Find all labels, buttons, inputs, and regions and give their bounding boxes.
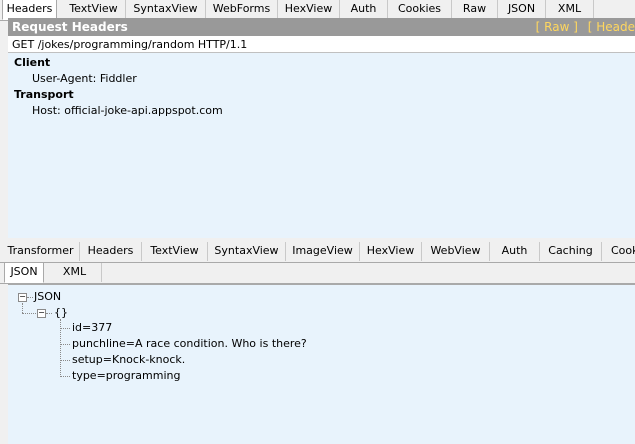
request-headers-title: Request Headers	[12, 20, 128, 34]
tree-item-type[interactable]: type=programming	[72, 369, 180, 382]
tree-connector	[60, 360, 70, 361]
tree-connector	[22, 303, 23, 313]
subtab-json[interactable]: JSON	[4, 262, 44, 283]
tab-response-hexview[interactable]: HexView	[360, 242, 422, 261]
tab-cookies[interactable]: Cookies	[388, 0, 452, 19]
tab-response-textview[interactable]: TextView	[142, 242, 208, 261]
subtab-xml[interactable]: XML	[48, 263, 102, 282]
tab-headers[interactable]: Headers	[2, 0, 57, 20]
tab-transformer[interactable]: Transformer	[2, 242, 80, 261]
tree-connector	[60, 344, 70, 345]
json-tree-view: − JSON − {} id=377 punchline=A race cond…	[8, 284, 635, 444]
collapse-root-icon[interactable]: −	[18, 293, 27, 302]
tab-caching[interactable]: Caching	[540, 242, 602, 261]
banner-links: [ Raw ] [ Heade	[536, 18, 635, 36]
tab-imageview[interactable]: ImageView	[286, 242, 360, 261]
tree-connector	[22, 313, 36, 314]
request-headers-body: Client User-Agent: Fiddler Transport Hos…	[8, 53, 635, 238]
response-tab-strip: Transformer Headers TextView SyntaxView …	[0, 242, 635, 263]
tree-node-object[interactable]: {}	[54, 306, 68, 319]
tree-item-id[interactable]: id=377	[72, 321, 112, 334]
tab-hexview[interactable]: HexView	[278, 0, 340, 19]
tree-node-root[interactable]: JSON	[34, 290, 61, 303]
tab-json[interactable]: JSON	[498, 0, 546, 19]
tab-response-headers[interactable]: Headers	[80, 242, 142, 261]
request-headers-banner: Request Headers [ Raw ] [ Heade	[8, 18, 635, 36]
tab-cookies-response[interactable]: Cook	[602, 242, 635, 261]
header-user-agent[interactable]: User-Agent: Fiddler	[32, 72, 137, 85]
tab-raw[interactable]: Raw	[452, 0, 498, 19]
response-subtab-strip: JSON XML	[0, 262, 635, 284]
group-client[interactable]: Client	[14, 56, 50, 69]
group-transport[interactable]: Transport	[14, 88, 74, 101]
raw-link[interactable]: [ Raw ]	[536, 20, 578, 34]
tree-connector	[27, 297, 33, 298]
tree-connector	[46, 313, 52, 314]
tree-connector	[60, 328, 70, 329]
tab-webview[interactable]: WebView	[422, 242, 490, 261]
request-line: GET /jokes/programming/random HTTP/1.1	[8, 36, 635, 53]
tab-response-syntaxview[interactable]: SyntaxView	[208, 242, 286, 261]
tab-syntaxview[interactable]: SyntaxView	[126, 0, 206, 19]
tree-item-punchline[interactable]: punchline=A race condition. Who is there…	[72, 337, 307, 350]
tab-textview[interactable]: TextView	[62, 0, 126, 19]
tab-response-auth[interactable]: Auth	[490, 242, 540, 261]
header-definitions-link[interactable]: [ Heade	[588, 20, 635, 34]
collapse-object-icon[interactable]: −	[37, 309, 46, 318]
tree-item-setup[interactable]: setup=Knock-knock.	[72, 353, 185, 366]
tree-connector	[60, 376, 70, 377]
tab-webforms[interactable]: WebForms	[206, 0, 278, 19]
header-host[interactable]: Host: official-joke-api.appspot.com	[32, 104, 223, 117]
tab-xml[interactable]: XML	[546, 0, 594, 19]
tab-auth[interactable]: Auth	[340, 0, 388, 19]
